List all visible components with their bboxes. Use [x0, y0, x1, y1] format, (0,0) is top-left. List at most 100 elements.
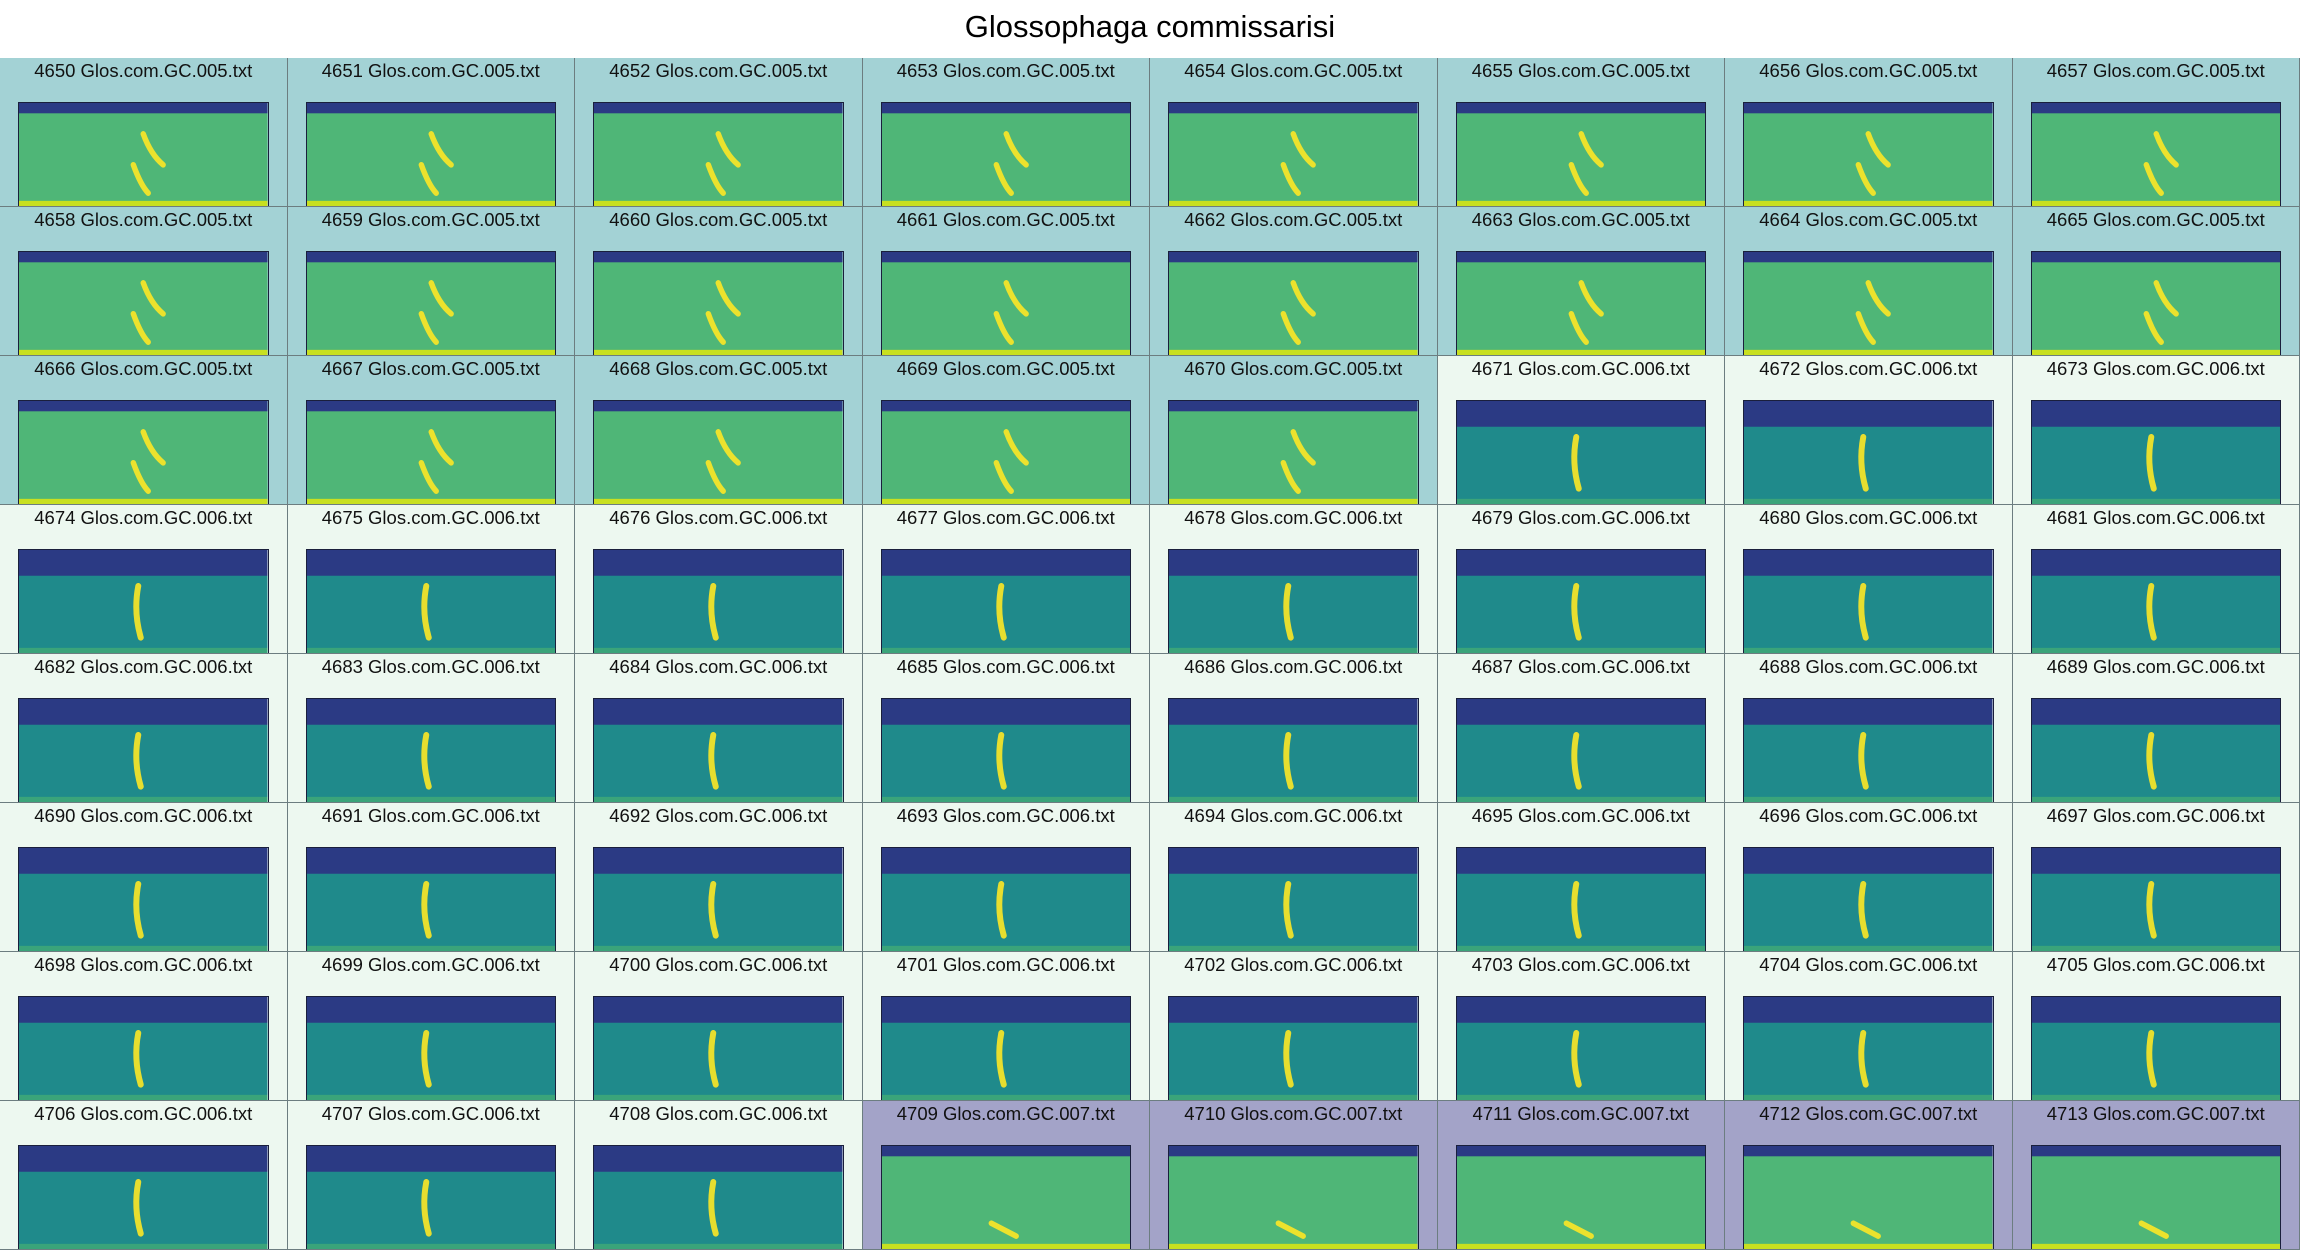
- spectrogram-image: [1455, 102, 1706, 206]
- cell-label: 4664 Glos.com.GC.005.txt: [1759, 209, 1978, 230]
- spectrogram-image: [2030, 102, 2281, 206]
- spectrogram-image: [305, 102, 556, 206]
- spectrogram-cell: 4670 Glos.com.GC.005.txt: [1150, 356, 1438, 505]
- spectrogram-image: [593, 549, 844, 653]
- cell-label: 4711 Glos.com.GC.007.txt: [1472, 1103, 1690, 1124]
- spectrogram-image: [18, 847, 269, 951]
- spectrogram-cell: 4671 Glos.com.GC.006.txt: [1437, 356, 1725, 505]
- spectrogram-image: [1168, 102, 1419, 206]
- spectrogram-image: [880, 847, 1131, 951]
- cell-label: 4650 Glos.com.GC.005.txt: [34, 60, 253, 81]
- cell-label: 4661 Glos.com.GC.005.txt: [896, 209, 1115, 230]
- spectrogram-cell: 4708 Glos.com.GC.006.txt: [575, 1101, 863, 1250]
- spectrogram-image: [1455, 996, 1706, 1100]
- spectrogram-image: [593, 102, 844, 206]
- cell-label: 4668 Glos.com.GC.005.txt: [609, 358, 828, 379]
- spectrogram-image: [1743, 549, 1994, 653]
- cell-label: 4666 Glos.com.GC.005.txt: [34, 358, 253, 379]
- spectrogram-image: [305, 1145, 556, 1249]
- spectrogram-image: [880, 996, 1131, 1100]
- cell-label: 4698 Glos.com.GC.006.txt: [34, 954, 253, 975]
- spectrogram-image: [2030, 1145, 2281, 1249]
- cell-label: 4673 Glos.com.GC.006.txt: [2046, 358, 2265, 379]
- spectrogram-image: [1743, 251, 1994, 355]
- cell-label: 4686 Glos.com.GC.006.txt: [1184, 656, 1403, 677]
- spectrogram-image: [1455, 251, 1706, 355]
- spectrogram-cell: 4688 Glos.com.GC.006.txt: [1725, 654, 2013, 803]
- spectrogram-image: [1455, 698, 1706, 802]
- cell-label: 4655 Glos.com.GC.005.txt: [1471, 60, 1690, 81]
- spectrogram-image: [305, 847, 556, 951]
- spectrogram-image: [1743, 996, 1994, 1100]
- cell-label: 4676 Glos.com.GC.006.txt: [609, 507, 828, 528]
- spectrogram-cell: 4672 Glos.com.GC.006.txt: [1725, 356, 2013, 505]
- spectrogram-cell: 4651 Glos.com.GC.005.txt: [287, 58, 575, 207]
- spectrogram-cell: 4707 Glos.com.GC.006.txt: [287, 1101, 575, 1250]
- spectrogram-image: [1455, 400, 1706, 504]
- cell-label: 4705 Glos.com.GC.006.txt: [2046, 954, 2265, 975]
- spectrogram-cell: 4656 Glos.com.GC.005.txt: [1725, 58, 2013, 207]
- cell-label: 4691 Glos.com.GC.006.txt: [321, 805, 540, 826]
- spectrogram-image: [2030, 251, 2281, 355]
- spectrogram-image: [1168, 251, 1419, 355]
- spectrogram-cell: 4663 Glos.com.GC.005.txt: [1437, 207, 1725, 356]
- cell-label: 4657 Glos.com.GC.005.txt: [2046, 60, 2265, 81]
- spectrogram-cell: 4655 Glos.com.GC.005.txt: [1437, 58, 1725, 207]
- spectrogram-cell: 4697 Glos.com.GC.006.txt: [2012, 803, 2300, 952]
- spectrogram-image: [880, 1145, 1131, 1249]
- cell-label: 4709 Glos.com.GC.007.txt: [896, 1103, 1115, 1124]
- spectrogram-image: [880, 102, 1131, 206]
- cell-label: 4670 Glos.com.GC.005.txt: [1184, 358, 1403, 379]
- spectrogram-image: [18, 102, 269, 206]
- spectrogram-image: [305, 549, 556, 653]
- cell-label: 4692 Glos.com.GC.006.txt: [609, 805, 828, 826]
- spectrogram-cell: 4664 Glos.com.GC.005.txt: [1725, 207, 2013, 356]
- spectrogram-cell: 4679 Glos.com.GC.006.txt: [1437, 505, 1725, 654]
- cell-label: 4699 Glos.com.GC.006.txt: [321, 954, 540, 975]
- spectrogram-image: [593, 847, 844, 951]
- spectrogram-cell: 4702 Glos.com.GC.006.txt: [1150, 952, 1438, 1101]
- cell-label: 4651 Glos.com.GC.005.txt: [321, 60, 540, 81]
- cell-label: 4656 Glos.com.GC.005.txt: [1759, 60, 1978, 81]
- spectrogram-image: [1743, 698, 1994, 802]
- cell-label: 4701 Glos.com.GC.006.txt: [896, 954, 1115, 975]
- spectrogram-cell: 4669 Glos.com.GC.005.txt: [862, 356, 1150, 505]
- spectrogram-image: [1743, 847, 1994, 951]
- cell-label: 4681 Glos.com.GC.006.txt: [2046, 507, 2265, 528]
- cell-label: 4695 Glos.com.GC.006.txt: [1471, 805, 1690, 826]
- spectrogram-image: [305, 698, 556, 802]
- spectrogram-cell: 4678 Glos.com.GC.006.txt: [1150, 505, 1438, 654]
- spectrogram-cell: 4652 Glos.com.GC.005.txt: [575, 58, 863, 207]
- spectrogram-cell: 4666 Glos.com.GC.005.txt: [0, 356, 288, 505]
- spectrogram-grid: 4650 Glos.com.GC.005.txt 4651 Glos.com.GC…: [0, 58, 2300, 1250]
- spectrogram-image: [593, 698, 844, 802]
- cell-label: 4697 Glos.com.GC.006.txt: [2046, 805, 2265, 826]
- spectrogram-image: [18, 1145, 269, 1249]
- spectrogram-image: [305, 251, 556, 355]
- spectrogram-cell: 4713 Glos.com.GC.007.txt: [2012, 1101, 2300, 1250]
- spectrogram-image: [593, 1145, 844, 1249]
- spectrogram-image: [880, 698, 1131, 802]
- spectrogram-cell: 4694 Glos.com.GC.006.txt: [1150, 803, 1438, 952]
- spectrogram-image: [593, 400, 844, 504]
- spectrogram-cell: 4701 Glos.com.GC.006.txt: [862, 952, 1150, 1101]
- spectrogram-cell: 4675 Glos.com.GC.006.txt: [287, 505, 575, 654]
- spectrogram-cell: 4674 Glos.com.GC.006.txt: [0, 505, 288, 654]
- spectrogram-cell: 4685 Glos.com.GC.006.txt: [862, 654, 1150, 803]
- cell-label: 4689 Glos.com.GC.006.txt: [2046, 656, 2265, 677]
- spectrogram-image: [18, 251, 269, 355]
- cell-label: 4690 Glos.com.GC.006.txt: [34, 805, 253, 826]
- spectrogram-cell: 4686 Glos.com.GC.006.txt: [1150, 654, 1438, 803]
- cell-label: 4672 Glos.com.GC.006.txt: [1759, 358, 1978, 379]
- spectrogram-image: [18, 996, 269, 1100]
- spectrogram-cell: 4689 Glos.com.GC.006.txt: [2012, 654, 2300, 803]
- spectrogram-cell: 4650 Glos.com.GC.005.txt: [0, 58, 288, 207]
- cell-label: 4685 Glos.com.GC.006.txt: [896, 656, 1115, 677]
- spectrogram-image: [1168, 1145, 1419, 1249]
- spectrogram-image: [305, 996, 556, 1100]
- spectrogram-cell: 4711 Glos.com.GC.007.txt: [1437, 1101, 1725, 1250]
- cell-label: 4680 Glos.com.GC.006.txt: [1759, 507, 1978, 528]
- cell-label: 4696 Glos.com.GC.006.txt: [1759, 805, 1978, 826]
- spectrogram-cell: 4712 Glos.com.GC.007.txt: [1725, 1101, 2013, 1250]
- cell-label: 4683 Glos.com.GC.006.txt: [321, 656, 540, 677]
